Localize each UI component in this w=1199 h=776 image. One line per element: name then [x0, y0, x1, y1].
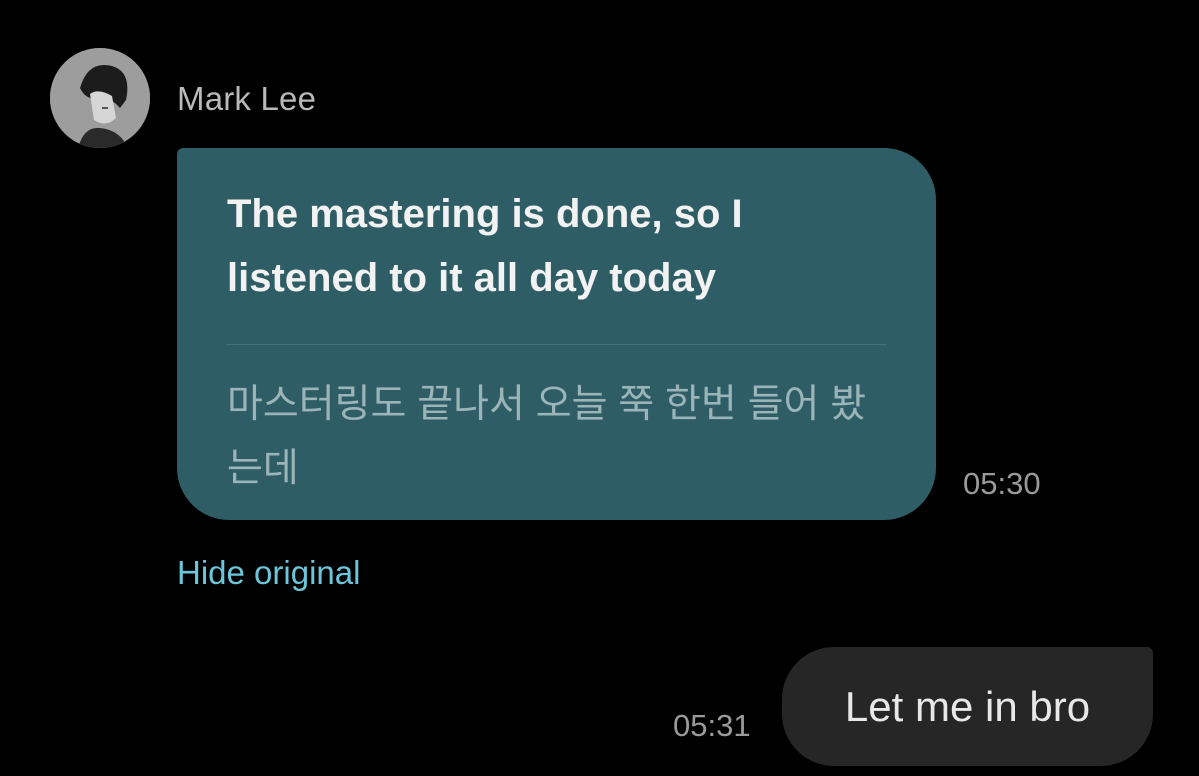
message-divider: [227, 344, 887, 345]
avatar[interactable]: [50, 48, 150, 148]
translated-message-text: The mastering is done, so I listened to …: [227, 192, 743, 300]
incoming-message-time: 05:30: [963, 466, 1041, 501]
outgoing-message-time: 05:31: [673, 708, 751, 743]
outgoing-message-text: Let me in bro: [844, 682, 1091, 730]
hide-original-link[interactable]: Hide original: [177, 554, 360, 592]
incoming-message-bubble[interactable]: The mastering is done, so I listened to …: [177, 148, 936, 520]
profile-photo-icon: [50, 48, 150, 148]
outgoing-message-bubble[interactable]: Let me in bro: [782, 647, 1153, 766]
original-message-text: 마스터링도 끝나서 오늘 쭉 한번 들어 봤는데: [227, 383, 867, 490]
sender-name: Mark Lee: [177, 80, 317, 117]
